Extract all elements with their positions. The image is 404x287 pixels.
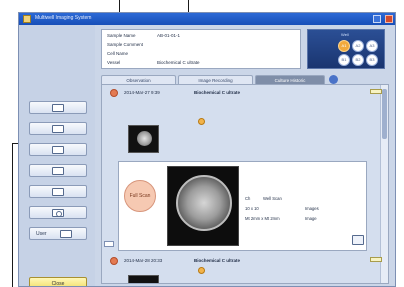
tool-button-2[interactable] xyxy=(29,122,87,135)
record-vessel: Biochemical C ultrate xyxy=(194,258,241,263)
record-tag-icon xyxy=(370,257,382,262)
scan-info-row-3: Mt 2mm x Mt 2mm Image xyxy=(245,216,317,221)
info-row-sample-name: Sample Name AB-01-01-1 xyxy=(107,33,180,38)
info-value: Biochemical C ultrate xyxy=(157,60,200,65)
edit-note-icon[interactable] xyxy=(198,118,205,125)
scan-info-label: Mt 2mm x Mt 2mm xyxy=(245,216,280,221)
tab-bar: Observation Image Recording Culture Hist… xyxy=(101,75,391,84)
edit-note-icon[interactable] xyxy=(198,267,205,274)
scan-disc-thumb xyxy=(137,131,152,146)
plate-label: Well xyxy=(341,32,349,37)
record-thumbnail-1[interactable] xyxy=(128,125,159,153)
info-label: Vessel xyxy=(107,60,121,65)
document-icon xyxy=(52,188,64,196)
info-row-vessel: Vessel Biochemical C ultrate xyxy=(107,60,200,65)
app-icon xyxy=(23,15,31,23)
record-header-2: 2014-Mar-28 20:33 Biochemical C ultrate xyxy=(124,258,240,266)
save-image-icon[interactable] xyxy=(352,235,364,245)
well-plate-selector: Well A1 A2 A3 B1 B2 B3 xyxy=(307,29,385,69)
record-tag-icon xyxy=(370,89,382,94)
callout-line-left-vertical xyxy=(12,143,13,287)
scan-info-value: Well Scan xyxy=(263,196,282,201)
info-label: Cell Name xyxy=(107,51,129,56)
user-button-label: User xyxy=(36,231,47,237)
collapse-icon[interactable] xyxy=(104,241,114,247)
image-settings-icon xyxy=(52,104,64,112)
record-datetime: 2014-Mar-28 20:33 xyxy=(124,258,163,263)
info-label: Sample Name xyxy=(107,33,136,38)
close-button[interactable]: Close xyxy=(29,277,87,286)
well-b2[interactable]: B2 xyxy=(352,54,364,66)
info-label: Sample Comment xyxy=(107,42,144,47)
tab-options-icon[interactable] xyxy=(329,75,338,84)
tool-button-5[interactable] xyxy=(29,185,87,198)
title-bar: Multiwell Imaging System xyxy=(19,13,395,25)
tool-button-1[interactable] xyxy=(29,101,87,114)
monitor-icon xyxy=(52,125,64,133)
info-value: AB-01-01-1 xyxy=(157,33,181,38)
record-datetime: 2014-Mar-27 9:39 xyxy=(124,90,160,95)
scan-info-row-1: Ch Well Scan xyxy=(245,196,282,201)
image-compare-icon xyxy=(52,167,64,175)
record-vessel: Biochemical C ultrate xyxy=(194,90,241,95)
record-thumbnail-2[interactable] xyxy=(128,275,159,283)
well-a2[interactable]: A2 xyxy=(352,40,364,52)
close-window-button[interactable] xyxy=(385,15,393,23)
tab-image-recording[interactable]: Image Recording xyxy=(178,75,253,84)
tool-button-6[interactable] xyxy=(29,206,87,219)
scan-info-row-2: 10 x 10 Images xyxy=(245,206,319,211)
scan-disc xyxy=(176,175,232,231)
scrollbar-thumb[interactable] xyxy=(382,89,387,139)
well-b3[interactable]: B3 xyxy=(366,54,378,66)
user-button[interactable]: User xyxy=(29,227,87,240)
scan-info-value: Image xyxy=(305,216,317,221)
well-a3[interactable]: A3 xyxy=(366,40,378,52)
culture-history-panel: 2014-Mar-27 9:39 Biochemical C ultrate F… xyxy=(101,84,389,284)
record-header-1: 2014-Mar-27 9:39 Biochemical C ultrate xyxy=(124,90,240,98)
record-status-icon xyxy=(110,89,118,97)
scan-info-label: Ch xyxy=(245,196,251,201)
user-card-icon xyxy=(60,230,72,238)
minimize-button[interactable] xyxy=(373,15,381,23)
camera-export-icon xyxy=(52,146,64,154)
vertical-scrollbar[interactable] xyxy=(380,85,388,283)
well-a1[interactable]: A1 xyxy=(338,40,350,52)
tool-button-4[interactable] xyxy=(29,164,87,177)
record-status-icon xyxy=(110,257,118,265)
tab-observation[interactable]: Observation xyxy=(101,75,176,84)
scan-info-label: 10 x 10 xyxy=(245,206,259,211)
tool-button-3[interactable] xyxy=(29,143,87,156)
scan-info-value: Images xyxy=(305,206,319,211)
app-window: Multiwell Imaging System User Close Samp… xyxy=(18,12,396,287)
info-row-sample-comment: Sample Comment xyxy=(107,42,143,47)
window-title: Multiwell Imaging System xyxy=(35,15,92,21)
tab-culture-historic[interactable]: Culture Historic xyxy=(255,75,325,84)
sample-info-card: Sample Name AB-01-01-1 Sample Comment Ce… xyxy=(101,29,301,69)
left-toolbar: User Close xyxy=(19,25,95,286)
well-b1[interactable]: B1 xyxy=(338,54,350,66)
info-row-cell-name: Cell Name xyxy=(107,51,128,56)
scan-image[interactable] xyxy=(167,166,239,246)
record-detail-panel: Full Scan Ch Well Scan 10 x 10 Images Mt… xyxy=(118,161,367,251)
full-scan-button[interactable]: Full Scan xyxy=(124,180,156,212)
camera-icon xyxy=(52,209,64,217)
